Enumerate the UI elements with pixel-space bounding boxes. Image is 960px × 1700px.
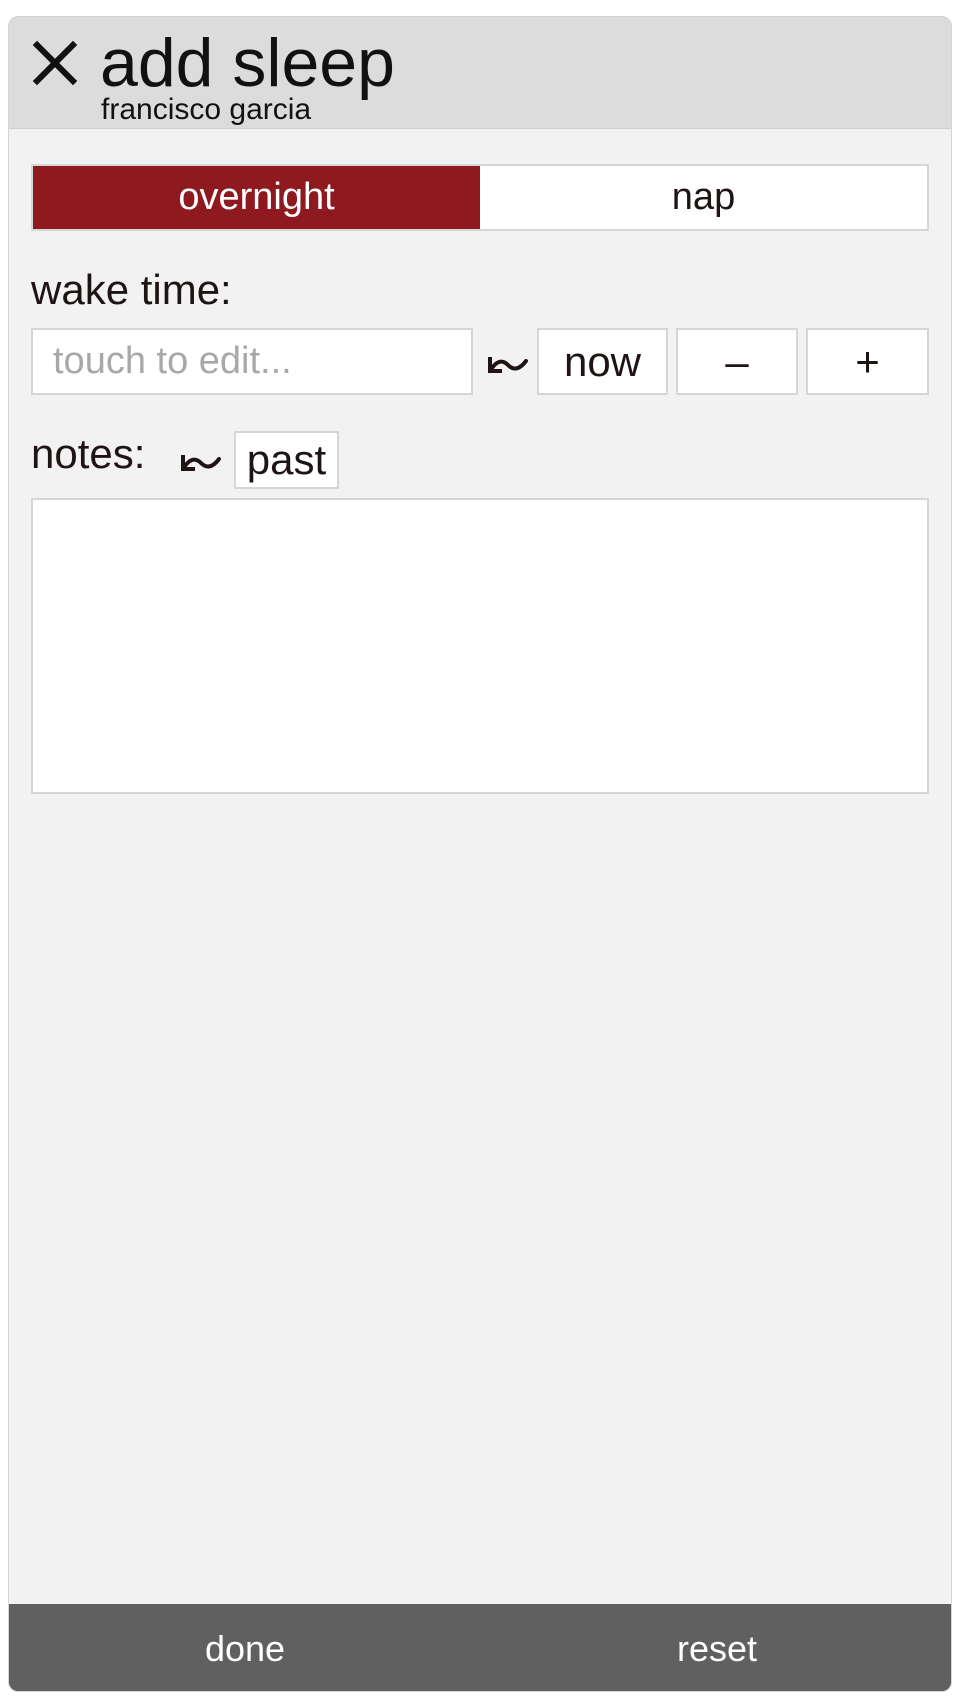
done-button[interactable]: done — [9, 1604, 481, 1691]
wake-time-input[interactable] — [31, 328, 473, 395]
dialog-header: add sleep francisco garcia — [9, 17, 951, 129]
tilde-wave-icon — [181, 455, 221, 471]
decrement-button[interactable]: – — [676, 328, 798, 395]
reset-button[interactable]: reset — [481, 1604, 951, 1691]
dialog-title: add sleep — [100, 25, 395, 101]
close-button[interactable] — [31, 39, 81, 89]
now-button[interactable]: now — [537, 328, 668, 395]
wake-time-label: wake time: — [31, 266, 232, 313]
close-icon — [32, 40, 78, 86]
tilde-wave-icon — [488, 357, 528, 373]
person-name: francisco garcia — [101, 93, 312, 126]
add-sleep-dialog: add sleep francisco garcia overnight nap… — [8, 16, 952, 1692]
increment-button[interactable]: + — [806, 328, 929, 395]
past-notes-button[interactable]: past — [234, 431, 339, 489]
nap-option[interactable]: nap — [480, 166, 927, 229]
notes-textarea[interactable] — [31, 498, 929, 794]
overnight-option[interactable]: overnight — [33, 166, 480, 229]
dialog-footer: done reset — [9, 1604, 951, 1691]
notes-label: notes: — [31, 430, 146, 477]
sleep-type-toggle: overnight nap — [31, 164, 929, 231]
